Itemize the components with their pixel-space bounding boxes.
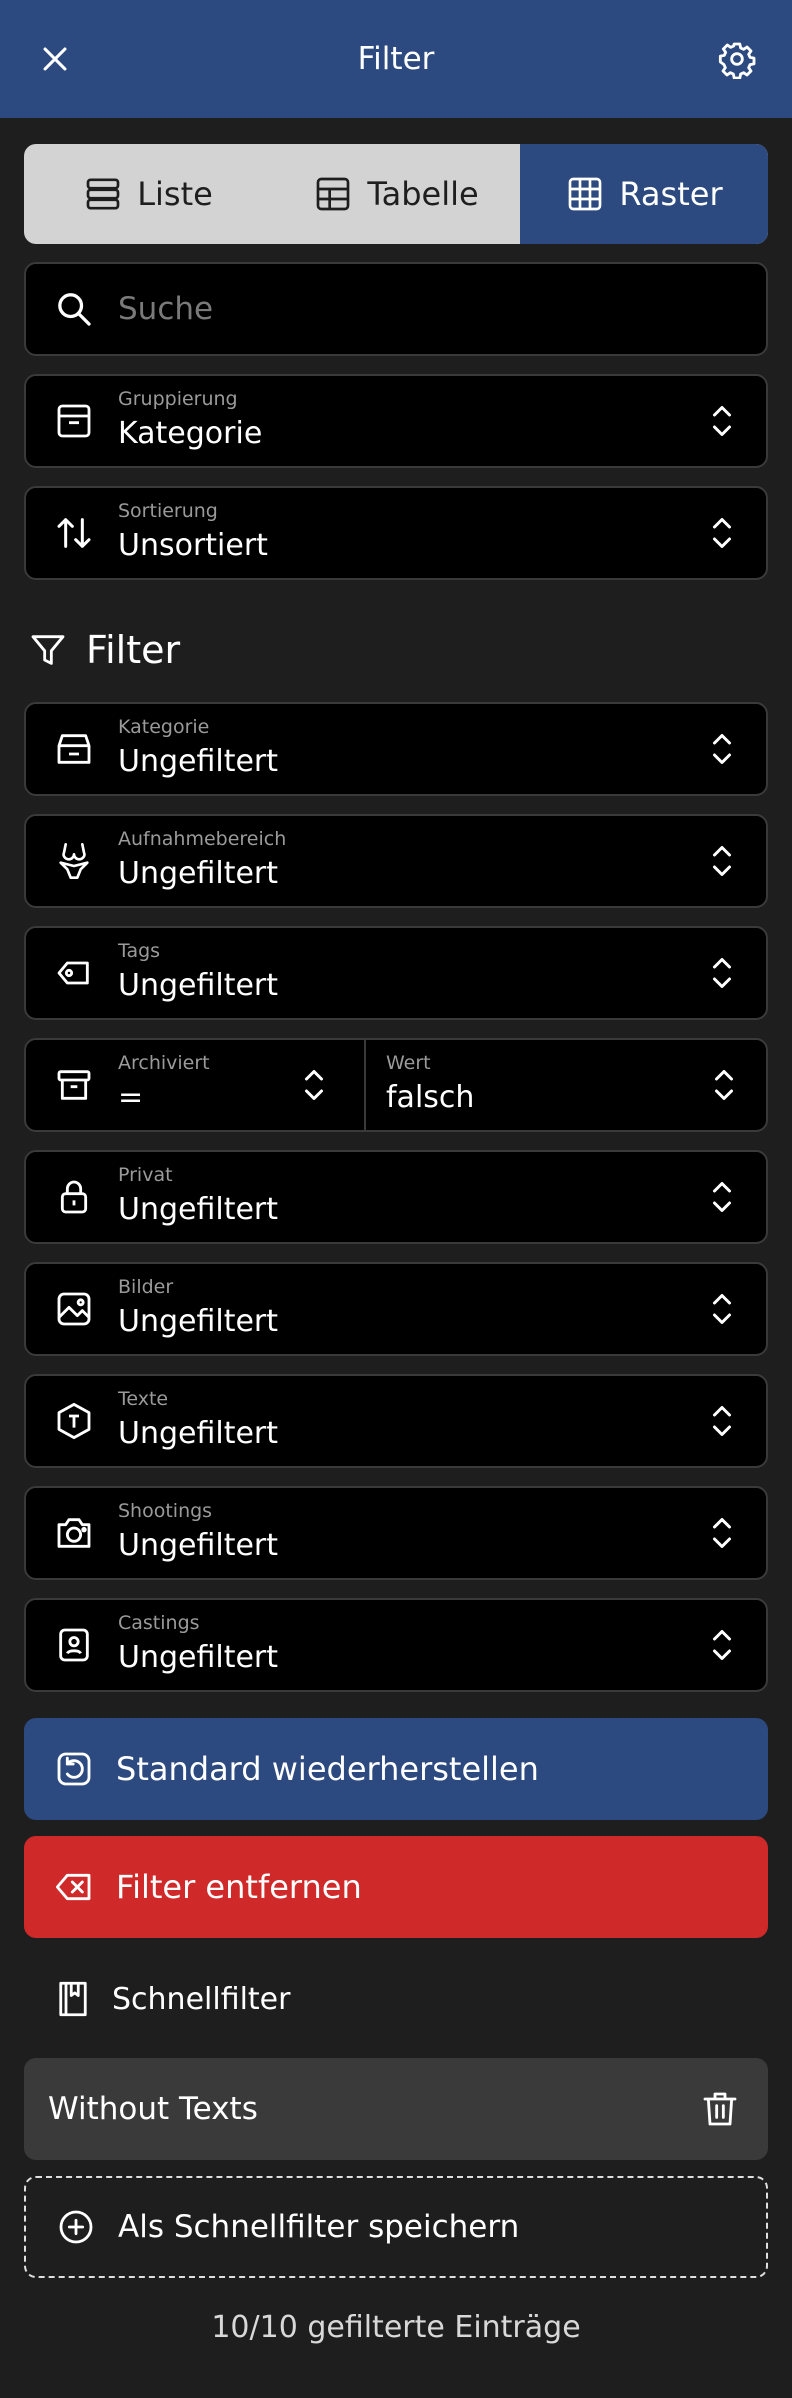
camera-icon [57, 1518, 91, 1548]
plus-circle-icon [59, 2210, 93, 2244]
bookmark-book-icon [59, 1981, 87, 2017]
grid-icon [569, 177, 602, 211]
header: Filter [0, 0, 792, 118]
search-input[interactable]: Suche [24, 262, 768, 356]
chevron-up-down-icon [713, 1518, 731, 1548]
archive-icon [57, 1070, 91, 1100]
archive-box-icon [57, 404, 91, 438]
chevron-up-down-icon [713, 1294, 731, 1324]
gear-icon [718, 42, 756, 79]
filtered-count-status: 10/10 gefilterte Einträge [211, 2310, 581, 2345]
field-label: Privat [118, 1164, 173, 1186]
field-label: Archiviert [118, 1052, 210, 1074]
sort-arrows-icon [57, 518, 91, 548]
section-title-text: Filter [86, 628, 181, 672]
view-option-label: Raster [619, 175, 723, 213]
close-button[interactable] [30, 34, 80, 84]
field-label: Castings [118, 1612, 200, 1634]
remove-filter-button[interactable]: Filter entfernen [24, 1836, 768, 1938]
chevron-up-down-icon [713, 958, 731, 988]
field-label: Gruppierung [118, 388, 238, 410]
page-title: Filter [357, 41, 435, 77]
button-label: Filter entfernen [116, 1868, 362, 1906]
filter-shootings[interactable]: Shootings Ungefiltert [24, 1486, 768, 1580]
field-value: Ungefiltert [118, 744, 279, 779]
filter-privat[interactable]: Privat Ungefiltert [24, 1150, 768, 1244]
view-option-label: Liste [137, 175, 213, 213]
button-label: Als Schnellfilter speichern [118, 2209, 520, 2245]
archiviert-value-select[interactable]: Wert falsch [364, 1040, 768, 1130]
restore-defaults-button[interactable]: Standard wiederherstellen [24, 1718, 768, 1820]
trash-icon[interactable] [700, 2088, 740, 2130]
filter-bilder[interactable]: Bilder Ungefiltert [24, 1262, 768, 1356]
field-value: Ungefiltert [118, 1416, 279, 1451]
filter-archiviert: Archiviert = Wert falsch [24, 1038, 768, 1132]
field-value: Ungefiltert [118, 968, 279, 1003]
button-label: Standard wiederherstellen [116, 1750, 539, 1788]
grouping-select[interactable]: Gruppierung Kategorie [24, 374, 768, 468]
search-placeholder: Suche [118, 291, 214, 327]
restore-icon [57, 1752, 91, 1786]
field-value: Ungefiltert [118, 856, 279, 891]
quick-filter-item[interactable]: Without Texts [24, 2058, 768, 2160]
quick-filter-title-text: Schnellfilter [112, 1981, 291, 2017]
table-icon [316, 177, 350, 211]
tray-icon [57, 734, 91, 764]
chevron-up-down-icon [305, 1070, 323, 1100]
chevron-up-down-icon [713, 406, 731, 436]
image-icon [57, 1292, 91, 1326]
sorting-select[interactable]: Sortierung Unsortiert [24, 486, 768, 580]
field-label: Aufnahmebereich [118, 828, 287, 850]
chevron-up-down-icon [713, 1406, 731, 1436]
view-toggle: Liste Tabelle Raster [24, 144, 768, 244]
quick-filter-label: Without Texts [48, 2091, 258, 2127]
filter-tags[interactable]: Tags Ungefiltert [24, 926, 768, 1020]
filter-texte[interactable]: Texte Ungefiltert [24, 1374, 768, 1468]
field-value: Kategorie [118, 416, 263, 451]
bikini-icon [59, 843, 89, 879]
view-option-tabelle[interactable]: Tabelle [272, 144, 520, 244]
field-label: Bilder [118, 1276, 174, 1298]
search-icon [58, 293, 91, 326]
chevron-up-down-icon [715, 1070, 733, 1100]
field-value: falsch [386, 1080, 475, 1115]
field-label: Texte [118, 1388, 169, 1410]
lock-icon [60, 1180, 88, 1214]
filter-section-title: Filter [28, 628, 180, 672]
quick-filter-title: Schnellfilter [52, 1978, 290, 2020]
field-value: Ungefiltert [118, 1528, 279, 1563]
field-label: Tags [118, 940, 161, 962]
view-option-label: Tabelle [367, 175, 479, 213]
text-hexagon-icon [57, 1402, 91, 1440]
field-value: Ungefiltert [118, 1640, 279, 1675]
settings-button[interactable] [712, 34, 762, 84]
chevron-up-down-icon [713, 1630, 731, 1660]
field-label: Shootings [118, 1500, 213, 1522]
chevron-up-down-icon [713, 1182, 731, 1212]
save-quick-filter-button[interactable]: Als Schnellfilter speichern [24, 2176, 768, 2278]
chevron-up-down-icon [713, 846, 731, 876]
field-label: Kategorie [118, 716, 210, 738]
chevron-up-down-icon [713, 518, 731, 548]
field-value: Unsortiert [118, 528, 268, 563]
field-label: Sortierung [118, 500, 218, 522]
list-icon [86, 178, 120, 210]
field-value: Ungefiltert [118, 1192, 279, 1227]
tag-icon [57, 961, 89, 985]
close-icon [43, 47, 67, 71]
chevron-up-down-icon [713, 734, 731, 764]
portrait-card-icon [59, 1628, 89, 1662]
filter-kategorie[interactable]: Kategorie Ungefiltert [24, 702, 768, 796]
view-option-raster[interactable]: Raster [520, 144, 768, 244]
funnel-icon [31, 635, 65, 665]
view-option-liste[interactable]: Liste [24, 144, 272, 244]
field-label: Wert [386, 1052, 431, 1074]
field-value: Ungefiltert [118, 1304, 279, 1339]
filter-castings[interactable]: Castings Ungefiltert [24, 1598, 768, 1692]
backspace-x-icon [55, 1873, 91, 1901]
field-value: = [118, 1080, 144, 1115]
filter-aufnahmebereich[interactable]: Aufnahmebereich Ungefiltert [24, 814, 768, 908]
